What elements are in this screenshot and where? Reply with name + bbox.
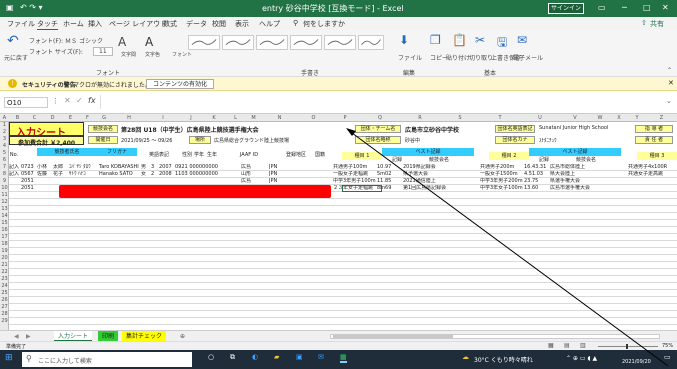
- arrow-annotation: [346, 128, 669, 367]
